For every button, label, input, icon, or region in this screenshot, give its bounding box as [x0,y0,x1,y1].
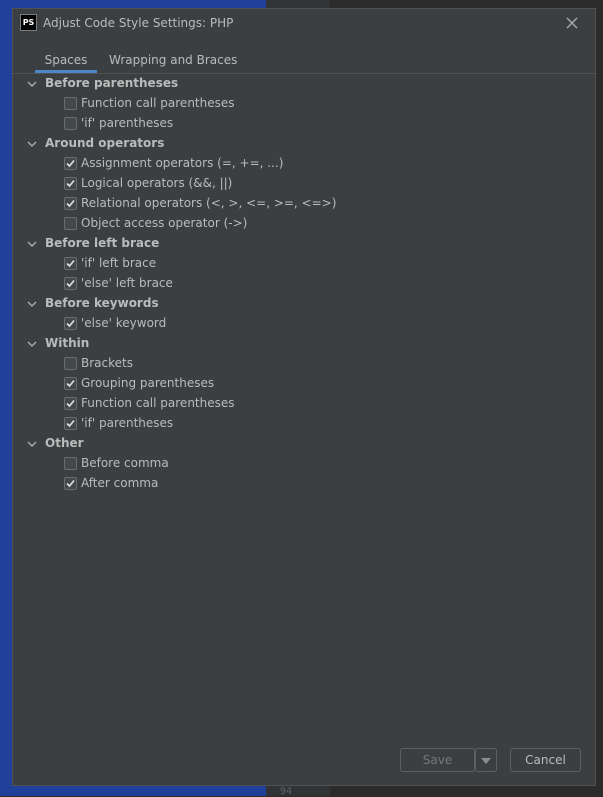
checkmark-icon [66,279,75,288]
option-label: 'if' left brace [81,256,157,270]
option-label: Relational operators (<, >, <=, >=, <=>) [81,196,337,210]
chevron-down-icon[interactable] [26,438,38,450]
option-row[interactable]: After comma [13,474,595,494]
section-header[interactable]: Within [13,334,595,354]
option-label: Grouping parentheses [81,376,215,390]
option-row[interactable]: 'else' keyword [13,314,595,334]
section-header[interactable]: Other [13,434,595,454]
section-header[interactable]: Before keywords [13,294,595,314]
option-checkbox[interactable] [64,317,77,330]
option-label: Logical operators (&&, ||) [81,176,233,190]
ide-left-strip [0,0,12,796]
checkmark-icon [66,159,75,168]
option-checkbox[interactable] [64,177,77,190]
section-header[interactable]: Before parentheses [13,74,595,94]
option-label: 'else' left brace [81,276,173,290]
checkmark-icon [66,199,75,208]
code-style-dialog: PS Adjust Code Style Settings: PHP Space… [12,8,596,786]
chevron-down-icon[interactable] [26,338,38,350]
option-checkbox[interactable] [64,257,77,270]
option-checkbox[interactable] [64,377,77,390]
chevron-down-icon[interactable] [26,138,38,150]
option-checkbox[interactable] [64,357,77,370]
section-label: Before parentheses [45,76,179,90]
option-row[interactable]: Function call parentheses [13,94,595,114]
close-button[interactable] [563,13,581,33]
option-row[interactable]: Logical operators (&&, ||) [13,174,595,194]
option-row[interactable]: Brackets [13,354,595,374]
title-bar: PS Adjust Code Style Settings: PHP [13,9,595,39]
option-row[interactable]: Grouping parentheses [13,374,595,394]
section-header[interactable]: Before left brace [13,234,595,254]
option-checkbox[interactable] [64,417,77,430]
option-checkbox[interactable] [64,457,77,470]
checkmark-icon [66,259,75,268]
option-checkbox[interactable] [64,197,77,210]
chevron-down-icon[interactable] [26,78,38,90]
option-label: Assignment operators (=, +=, ...) [81,156,284,170]
section-label: Around operators [45,136,165,150]
section-label: Within [45,336,90,350]
phpstorm-logo-icon: PS [20,14,37,31]
option-row[interactable]: Relational operators (<, >, <=, >=, <=>) [13,194,595,214]
checkmark-icon [66,419,75,428]
option-row[interactable]: 'if' parentheses [13,414,595,434]
checkmark-icon [66,479,75,488]
checkmark-icon [66,379,75,388]
section-header[interactable]: Around operators [13,134,595,154]
option-label: Before comma [81,456,169,470]
option-checkbox[interactable] [64,157,77,170]
close-icon [566,17,578,29]
option-row[interactable]: Object access operator (->) [13,214,595,234]
option-checkbox[interactable] [64,217,77,230]
option-row[interactable]: 'if' parentheses [13,114,595,134]
chevron-down-icon[interactable] [26,298,38,310]
option-label: Function call parentheses [81,96,235,110]
chevron-down-icon [481,758,491,764]
option-row[interactable]: 'if' left brace [13,254,595,274]
option-label: 'if' parentheses [81,116,174,130]
option-checkbox[interactable] [64,477,77,490]
checkmark-icon [66,399,75,408]
option-label: 'if' parentheses [81,416,174,430]
option-label: Object access operator (->) [81,216,248,230]
save-button[interactable]: Save [400,748,475,772]
option-label: Function call parentheses [81,396,235,410]
option-checkbox[interactable] [64,117,77,130]
tab-spaces[interactable]: Spaces [35,49,97,73]
tab-wrapping-and-braces[interactable]: Wrapping and Braces [109,49,237,73]
option-checkbox[interactable] [64,397,77,410]
section-label: Other [45,436,84,450]
cancel-button[interactable]: Cancel [510,748,581,772]
option-row[interactable]: 'else' left brace [13,274,595,294]
chevron-down-icon[interactable] [26,238,38,250]
gutter-line-number: 94 [280,786,293,797]
option-row[interactable]: Before comma [13,454,595,474]
option-checkbox[interactable] [64,277,77,290]
dialog-title: Adjust Code Style Settings: PHP [43,16,234,30]
option-label: After comma [81,476,159,490]
option-label: 'else' keyword [81,316,167,330]
option-label: Brackets [81,356,133,370]
save-options-dropdown[interactable] [475,748,497,772]
option-checkbox[interactable] [64,97,77,110]
checkmark-icon [66,179,75,188]
section-label: Before left brace [45,236,160,250]
option-row[interactable]: Assignment operators (=, +=, ...) [13,154,595,174]
section-label: Before keywords [45,296,159,310]
checkmark-icon [66,319,75,328]
option-row[interactable]: Function call parentheses [13,394,595,414]
